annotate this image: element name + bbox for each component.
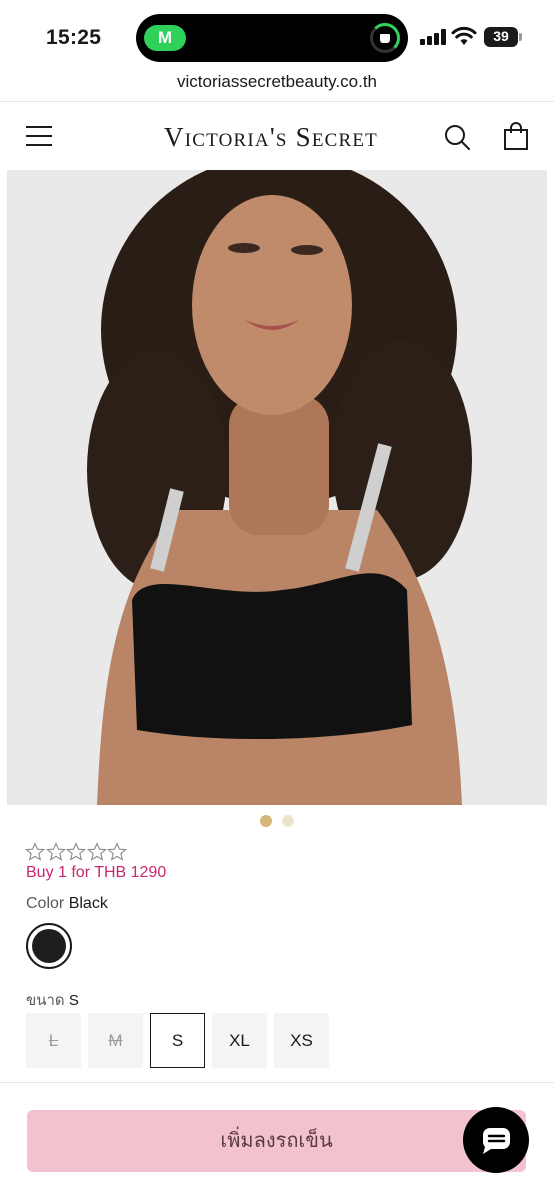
status-bar: 15:25 M 39 [0, 0, 554, 72]
search-icon[interactable] [444, 124, 470, 150]
size-value: S [68, 992, 79, 1009]
chat-icon [483, 1128, 510, 1154]
star-outline-icon [107, 842, 127, 861]
address-bar[interactable]: victoriassecretbeauty.co.th [0, 72, 554, 102]
size-selection: ขนาด S [26, 988, 79, 1012]
site-header: Victoria's Secret [0, 102, 554, 170]
star-outline-icon [25, 842, 45, 861]
product-image[interactable] [7, 170, 547, 805]
battery-icon: 39 [484, 27, 522, 47]
size-option-m[interactable]: M [88, 1013, 143, 1068]
size-option-label: S [171, 1031, 184, 1050]
size-option-xs[interactable]: XS [274, 1013, 329, 1068]
divider [0, 1082, 554, 1083]
chat-button[interactable] [463, 1107, 529, 1173]
app-indicator-pill: M [144, 25, 186, 51]
menu-icon[interactable] [26, 126, 52, 146]
activity-ring-icon [370, 23, 400, 53]
color-selection: Color Black [26, 895, 108, 913]
color-swatch-black[interactable] [26, 923, 72, 969]
size-option-l[interactable]: L [26, 1013, 81, 1068]
carousel-dot[interactable] [282, 815, 295, 827]
brand-logo[interactable]: Victoria's Secret [130, 122, 412, 153]
size-option-label: L [48, 1031, 59, 1050]
swatch-fill [32, 929, 66, 963]
carousel-dot[interactable] [259, 815, 272, 827]
size-option-label: XL [229, 1031, 250, 1050]
status-time: 15:25 [46, 26, 102, 49]
promo-price: Buy 1 for THB 1290 [26, 864, 167, 881]
size-option-label: XS [290, 1031, 313, 1050]
color-value: Black [68, 895, 108, 912]
battery-level: 39 [493, 28, 509, 44]
rating-stars[interactable] [25, 842, 128, 862]
star-outline-icon [45, 842, 66, 861]
size-option-label: M [108, 1031, 123, 1050]
dynamic-island: M [136, 14, 408, 62]
product-photo [7, 170, 547, 805]
size-option-s[interactable]: S [150, 1013, 205, 1068]
wifi-icon [451, 26, 477, 45]
size-option-xl[interactable]: XL [212, 1013, 267, 1068]
color-label: Color [26, 895, 65, 912]
star-outline-icon [66, 842, 86, 861]
size-label: ขนาด [26, 992, 65, 1009]
url-text[interactable]: victoriassecretbeauty.co.th [177, 72, 377, 91]
signal-icon [420, 29, 446, 45]
add-to-bag-button[interactable]: เพิ่มลงรถเข็น [27, 1110, 526, 1172]
carousel-dots [0, 814, 554, 828]
star-outline-icon [86, 842, 107, 861]
shopping-bag-icon[interactable] [504, 122, 528, 150]
